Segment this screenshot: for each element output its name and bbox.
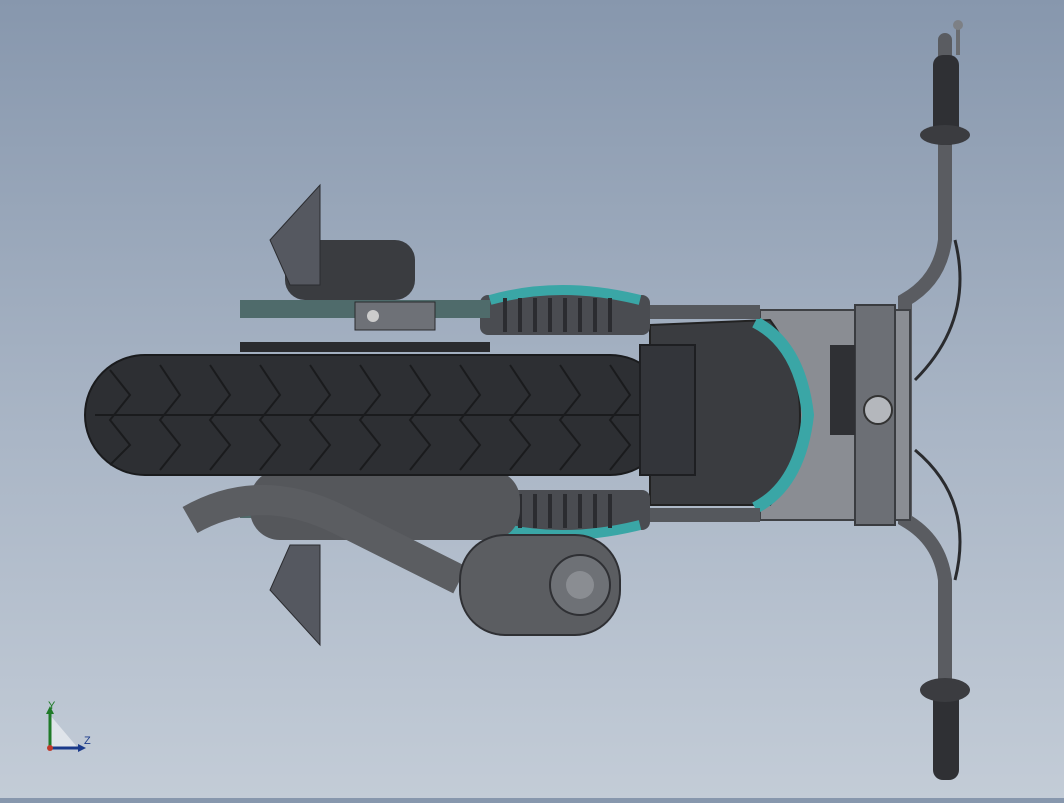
axis-y-label: Y [48, 700, 56, 712]
drive-chain [240, 342, 490, 352]
axis-z-label: Z [84, 735, 91, 747]
right-grip [933, 690, 959, 780]
cad-3d-viewport[interactable]: Y Z [0, 0, 1064, 798]
axis-triad: Y Z [40, 700, 100, 760]
handlebar[interactable] [898, 20, 970, 780]
motorcycle-model[interactable] [0, 0, 1064, 798]
rear-tire[interactable] [84, 354, 671, 476]
seat[interactable] [639, 344, 696, 476]
rear-shock-top[interactable] [480, 285, 650, 335]
